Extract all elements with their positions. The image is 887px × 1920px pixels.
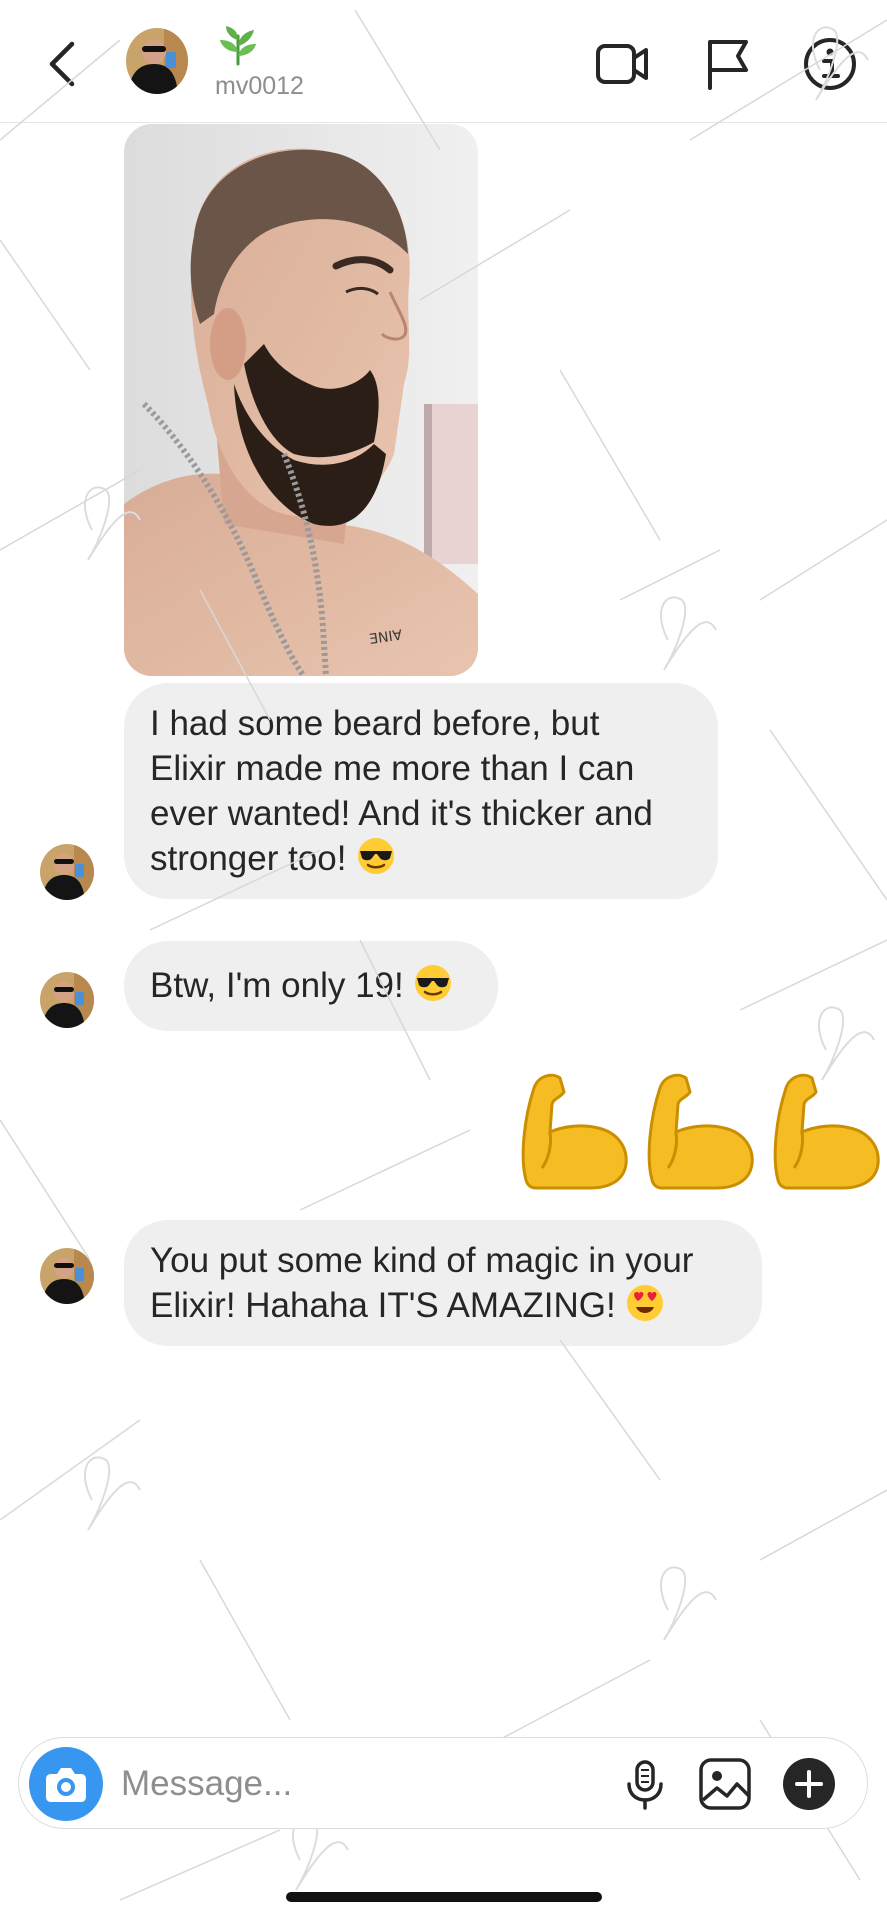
message-composer [18, 1737, 868, 1829]
avatar[interactable] [126, 28, 188, 94]
video-call-icon[interactable] [594, 36, 650, 92]
message-text: I had some beard before, but Elixir made… [150, 704, 653, 878]
camera-button[interactable] [29, 1747, 103, 1821]
flexed-biceps-emoji-icon[interactable] [638, 1068, 758, 1192]
flexed-biceps-emoji-icon[interactable] [764, 1068, 884, 1192]
leaf-icon [220, 26, 256, 66]
sunglasses-emoji-icon [415, 965, 452, 1001]
sunglasses-emoji-icon [358, 838, 395, 874]
message-text: Btw, I'm only 19! [150, 966, 414, 1005]
message-bubble[interactable]: You put some kind of magic in your Elixi… [124, 1220, 762, 1346]
home-indicator[interactable] [286, 1892, 602, 1902]
microphone-icon[interactable] [617, 1756, 673, 1812]
add-icon[interactable] [781, 1756, 837, 1812]
message-bubble[interactable]: I had some beard before, but Elixir made… [124, 683, 718, 899]
message-text: You put some kind of magic in your Elixi… [150, 1241, 694, 1325]
info-icon[interactable] [802, 36, 858, 92]
back-icon[interactable] [40, 36, 86, 92]
heart-eyes-emoji-icon [627, 1285, 664, 1321]
report-flag-icon[interactable] [700, 36, 756, 92]
camera-icon [46, 1768, 86, 1802]
message-bubble[interactable]: Btw, I'm only 19! [124, 941, 498, 1031]
message-input[interactable] [119, 1758, 603, 1810]
username: mv0012 [215, 72, 304, 100]
shared-photo[interactable]: ƎNI∀ [124, 124, 478, 676]
avatar[interactable] [40, 1248, 94, 1304]
chat-header: mv0012 [0, 0, 887, 123]
flexed-biceps-emoji-icon[interactable] [512, 1068, 632, 1192]
avatar[interactable] [40, 844, 94, 900]
gallery-icon[interactable] [697, 1756, 753, 1812]
avatar[interactable] [40, 972, 94, 1028]
